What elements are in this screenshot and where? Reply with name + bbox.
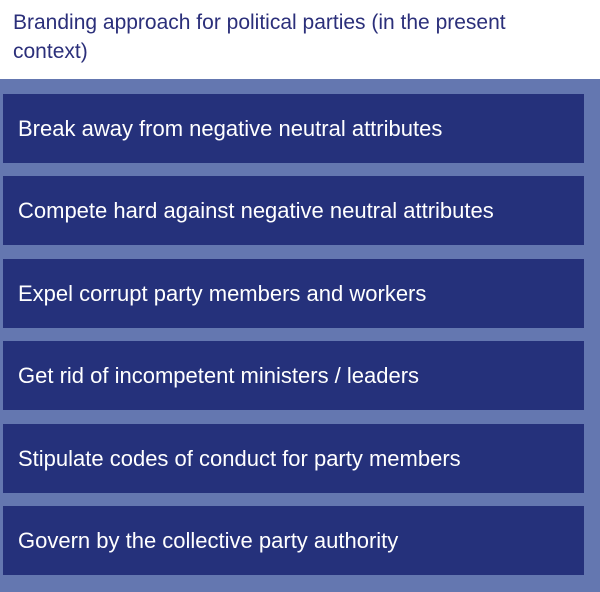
approach-panel: Break away from negative neutral attribu…: [0, 79, 600, 592]
approach-item-6: Govern by the collective party authority: [3, 506, 584, 575]
approach-item-3: Expel corrupt party members and workers: [3, 259, 584, 328]
diagram-title: Branding approach for political parties …: [13, 11, 506, 63]
approach-item-1: Break away from negative neutral attribu…: [3, 94, 584, 163]
approach-item-4: Get rid of incompetent ministers / leade…: [3, 341, 584, 410]
approach-item-5: Stipulate codes of conduct for party mem…: [3, 424, 584, 493]
approach-item-2: Compete hard against negative neutral at…: [3, 176, 584, 245]
